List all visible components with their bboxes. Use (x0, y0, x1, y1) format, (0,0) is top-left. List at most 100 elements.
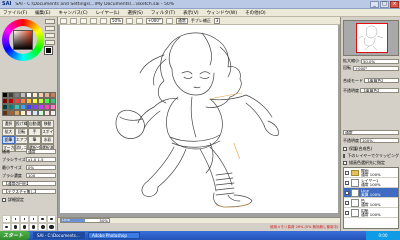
clipping-checkbox[interactable] (343, 153, 346, 158)
brush-preset[interactable] (11, 215, 20, 223)
taskbar-item-sai[interactable]: SAI - C:\Documents... (33, 232, 85, 239)
tool-button[interactable]: スポイト (41, 128, 54, 136)
select-all-button[interactable] (60, 17, 67, 24)
brush-preset[interactable] (2, 223, 11, 231)
nav-angle-label: 回転 (343, 65, 351, 70)
brush-preset[interactable] (47, 223, 56, 231)
memory-status: 使用メモリ負荷 26% (5% 無効無し使用中) (270, 225, 339, 229)
tool-button[interactable]: 自動選択 (28, 120, 41, 128)
rotate-right-button[interactable] (135, 17, 143, 24)
navigator-thumbnail (358, 25, 384, 51)
brush-preset[interactable] (29, 215, 38, 223)
hsv-mode-button[interactable] (45, 33, 55, 38)
brush-properties: 通常 通常 ブラシサイズ x1.0 1.5 最小サイズ 0% ブラシ濃度 100… (2, 148, 56, 204)
angle-field[interactable]: +000° (145, 17, 163, 24)
brush-preset[interactable] (11, 223, 20, 231)
layer-row[interactable]: 線画 通常 100% (344, 168, 398, 178)
start-button[interactable]: スタート (0, 231, 30, 240)
taskbar-item-photoshop[interactable]: Adobe Photoshop (88, 232, 140, 239)
tool-button[interactable]: 鉛筆 (2, 136, 15, 144)
close-button[interactable]: × (390, 1, 399, 8)
visibility-icon[interactable] (345, 170, 349, 175)
menu-item-1[interactable]: 編集(E) (35, 10, 50, 16)
visibility-icon[interactable] (345, 180, 349, 185)
zoom-field[interactable]: 50% (110, 17, 123, 24)
brush-size-field[interactable]: x1.0 1.5 (26, 157, 56, 162)
menu-item-5[interactable]: フィルタ(T) (151, 10, 175, 16)
layer-row[interactable]: 用紙 通常 100% (344, 208, 398, 218)
tool-button[interactable]: 投げ縄 (15, 120, 28, 128)
tool-button[interactable]: 拡大 (2, 128, 15, 136)
visibility-icon[interactable] (345, 200, 349, 205)
foreground-color[interactable] (44, 46, 53, 55)
blend-mode-select[interactable]: 通常 (26, 149, 56, 154)
window-controls: _ □ × (370, 1, 399, 8)
rotate-left-button[interactable] (125, 17, 133, 24)
nav-zoom-field[interactable]: 50.0% (361, 58, 399, 64)
brush-preset[interactable] (47, 215, 56, 223)
tool-button[interactable]: 手 (28, 128, 41, 136)
brush-preset[interactable] (20, 223, 29, 231)
brush-preset[interactable] (38, 223, 47, 231)
title-bar: SAI SAI - C:\Documents and Settings\...\… (0, 0, 400, 9)
select-source-checkbox[interactable] (343, 160, 347, 165)
layer-thumbnail (351, 188, 359, 197)
zoom-out-button[interactable] (90, 17, 97, 24)
menu-bar: ファイル(F) 編集(E) キャンバス(C) レイヤー(L) 選択(S) フィルタ(T) 表… (0, 9, 400, 17)
minimize-button[interactable]: _ (370, 1, 379, 8)
tool-button[interactable]: 移動 (41, 120, 54, 128)
wheel-mode-button[interactable] (45, 19, 55, 24)
navigator-panel[interactable] (343, 20, 399, 56)
layer-row[interactable]: 色通常 100% (344, 198, 398, 208)
detail-checkbox[interactable] (2, 197, 6, 202)
drawing-canvas[interactable] (60, 25, 338, 213)
mode-select[interactable]: 通常 (175, 17, 188, 24)
opacity-mode-select[interactable]: 【乗算色】 (360, 88, 399, 93)
visibility-icon[interactable] (345, 190, 349, 195)
nav-angle-field[interactable]: +000° (353, 65, 399, 71)
brush-preset[interactable] (20, 215, 29, 223)
saturation-value-square[interactable] (13, 30, 33, 50)
rgb-mode-button[interactable] (45, 26, 55, 31)
min-size-field[interactable]: 0% (26, 165, 56, 170)
layer-mode: 通常 100% (361, 181, 381, 187)
layer-row[interactable]: レイヤー1 通常 100% (344, 178, 398, 188)
zoom-in-button[interactable] (100, 17, 107, 24)
menu-item-7[interactable]: ウィンドウ(W) (207, 10, 237, 16)
tool-button[interactable]: 筆 (28, 136, 41, 144)
layer-opacity-label: 不透明度 (343, 137, 359, 143)
color-wheel[interactable] (2, 19, 44, 61)
layer-row[interactable]: Line 乗算 100% (344, 188, 398, 198)
tool-button[interactable]: エアブラシ (15, 136, 28, 144)
layer-mode: 通常 100% (361, 171, 381, 177)
stabilizer-select[interactable]: 3 (213, 17, 221, 24)
mixer-mode-button[interactable] (45, 40, 55, 45)
tool-button[interactable]: 選択 (2, 120, 15, 128)
color-swatch[interactable] (50, 110, 56, 116)
navigator-preview[interactable] (356, 23, 388, 53)
menu-item-2[interactable]: キャンバス(C) (58, 10, 87, 16)
menu-item-4[interactable]: 選択(S) (128, 10, 143, 16)
tool-button[interactable]: 水彩 (41, 136, 54, 144)
texture-select[interactable]: 【テクスチャ無し】 (2, 189, 56, 194)
brush-preset[interactable] (38, 215, 47, 223)
brush-dot-icon (14, 218, 17, 220)
menu-item-6[interactable]: 表示(V) (183, 10, 199, 16)
brush-preset[interactable] (2, 215, 11, 223)
invert-button[interactable] (80, 17, 87, 24)
flip-button[interactable] (165, 17, 173, 24)
menu-item-3[interactable]: レイヤー(L) (96, 10, 120, 16)
brush-shape-select[interactable]: 【通常の円形】 (2, 181, 56, 186)
layer-opacity-field[interactable]: 100% (360, 138, 399, 143)
visibility-icon[interactable] (345, 210, 349, 215)
protect-checkbox[interactable] (343, 146, 347, 151)
blend-select[interactable]: 通常 (343, 130, 399, 135)
menu-item-8[interactable]: その他(O) (245, 10, 266, 16)
composite-mode-select[interactable]: 【乗算色】 (364, 78, 399, 83)
brush-preset[interactable] (29, 223, 38, 231)
maximize-button[interactable]: □ (380, 1, 389, 8)
tool-button[interactable]: 回転 (15, 128, 28, 136)
density-field[interactable]: 100 (26, 173, 56, 178)
deselect-button[interactable] (70, 17, 77, 24)
menu-item-0[interactable]: ファイル(F) (3, 10, 27, 16)
